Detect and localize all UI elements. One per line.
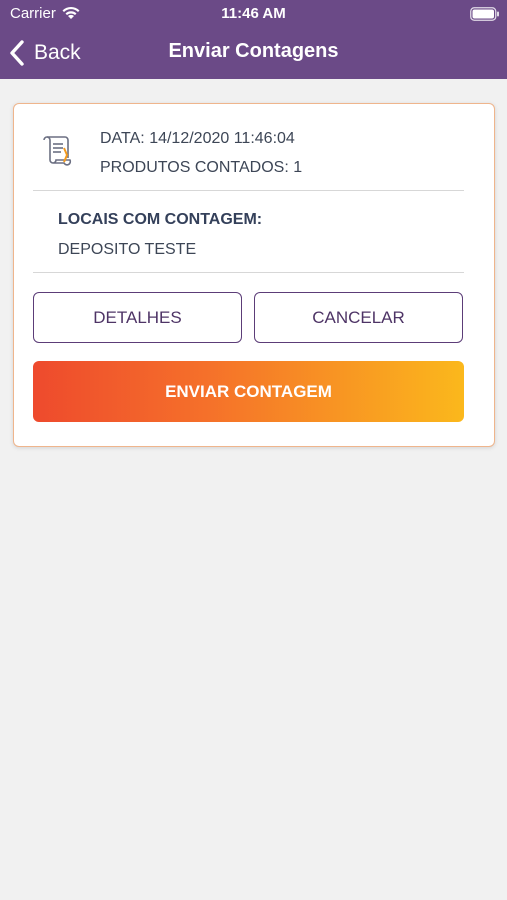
app-header: Carrier 11:46 AM Back Enviar Contagens [0,0,507,79]
products-counted: PRODUTOS CONTADOS: 1 [100,159,303,176]
page-title: Enviar Contagens [168,40,339,62]
navigation-bar: Back Enviar Contagens [0,28,507,79]
clock: 11:46 AM [221,5,286,22]
locations-heading: LOCAIS COM CONTAGEM: [58,211,263,228]
document-scroll-icon [43,136,72,166]
location-value: DEPOSITO TESTE [58,241,197,258]
count-date: DATA: 14/12/2020 11:46:04 [100,130,295,147]
divider [33,272,464,273]
battery-icon [470,7,499,21]
cancel-button[interactable]: CANCELAR [254,292,463,343]
details-button[interactable]: DETALHES [33,292,242,343]
divider [33,190,464,191]
count-card: DATA: 14/12/2020 11:46:04 PRODUTOS CONTA… [13,103,495,447]
status-bar: Carrier 11:46 AM [0,0,507,28]
send-count-button[interactable]: ENVIAR CONTAGEM [33,361,464,422]
